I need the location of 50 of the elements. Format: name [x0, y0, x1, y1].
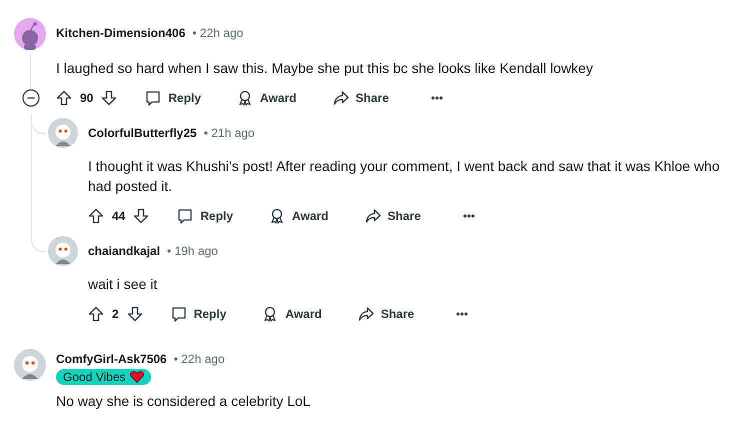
more-icon	[430, 96, 443, 100]
timestamp: • 22h ago	[174, 352, 225, 366]
comment-icon	[145, 90, 162, 106]
share-icon	[332, 90, 349, 106]
share-button[interactable]: Share	[358, 202, 427, 230]
vote-count: 90	[80, 91, 94, 105]
share-button[interactable]: Share	[326, 84, 395, 112]
upvote-icon	[88, 208, 104, 224]
vote-count: 2	[112, 307, 119, 321]
share-icon	[364, 208, 381, 224]
minus-icon	[22, 89, 40, 107]
downvote-icon	[133, 208, 150, 224]
reply-button[interactable]: Reply	[139, 84, 208, 112]
vote-count: 44	[112, 209, 126, 223]
comment-text: No way she is considered a celebrity LoL	[56, 392, 312, 411]
upvote-icon	[88, 306, 104, 322]
award-icon	[269, 208, 286, 224]
collapse-button[interactable]	[22, 89, 40, 107]
award-button[interactable]: Award	[256, 300, 328, 328]
comment-text: I thought it was Khushi’s post! After reading your comment, I went back and saw that it was Khloe who had posted it.	[88, 157, 721, 196]
award-button[interactable]: Award	[263, 202, 335, 230]
timestamp: • 21h ago	[204, 126, 255, 140]
avatar-icon	[14, 18, 46, 50]
share-icon	[358, 306, 374, 322]
share-button[interactable]: Share	[352, 300, 420, 328]
avatar-icon	[48, 118, 78, 148]
avatar-icon	[14, 349, 46, 381]
comment-text: I laughed so hard when I saw this. Maybe she put this bc she looks like Kendall lowkey	[56, 59, 594, 78]
more-icon	[462, 214, 475, 218]
downvote-icon	[126, 306, 143, 322]
reply-button[interactable]: Reply	[171, 202, 240, 230]
username[interactable]: Kitchen-Dimension406	[56, 26, 186, 40]
heart-icon	[130, 371, 144, 383]
award-icon	[262, 306, 278, 322]
comment-icon	[177, 208, 194, 224]
downvote-icon	[101, 90, 118, 106]
comment-icon	[170, 306, 187, 322]
award-icon	[237, 90, 254, 106]
more-icon	[456, 312, 468, 316]
username[interactable]: ColorfulButterfly25	[88, 126, 197, 140]
username[interactable]: chaiandkajal	[88, 244, 160, 258]
timestamp: • 22h ago	[192, 26, 244, 40]
flair-label: Good Vibes	[63, 370, 126, 384]
timestamp: • 19h ago	[167, 244, 218, 258]
comment-text: wait i see it	[88, 275, 158, 294]
award-button[interactable]: Award	[231, 84, 303, 112]
upvote-icon	[56, 90, 72, 106]
reply-button[interactable]: Reply	[164, 300, 232, 328]
username[interactable]: ComfyGirl-Ask7506	[56, 352, 167, 366]
avatar-icon	[48, 236, 78, 266]
